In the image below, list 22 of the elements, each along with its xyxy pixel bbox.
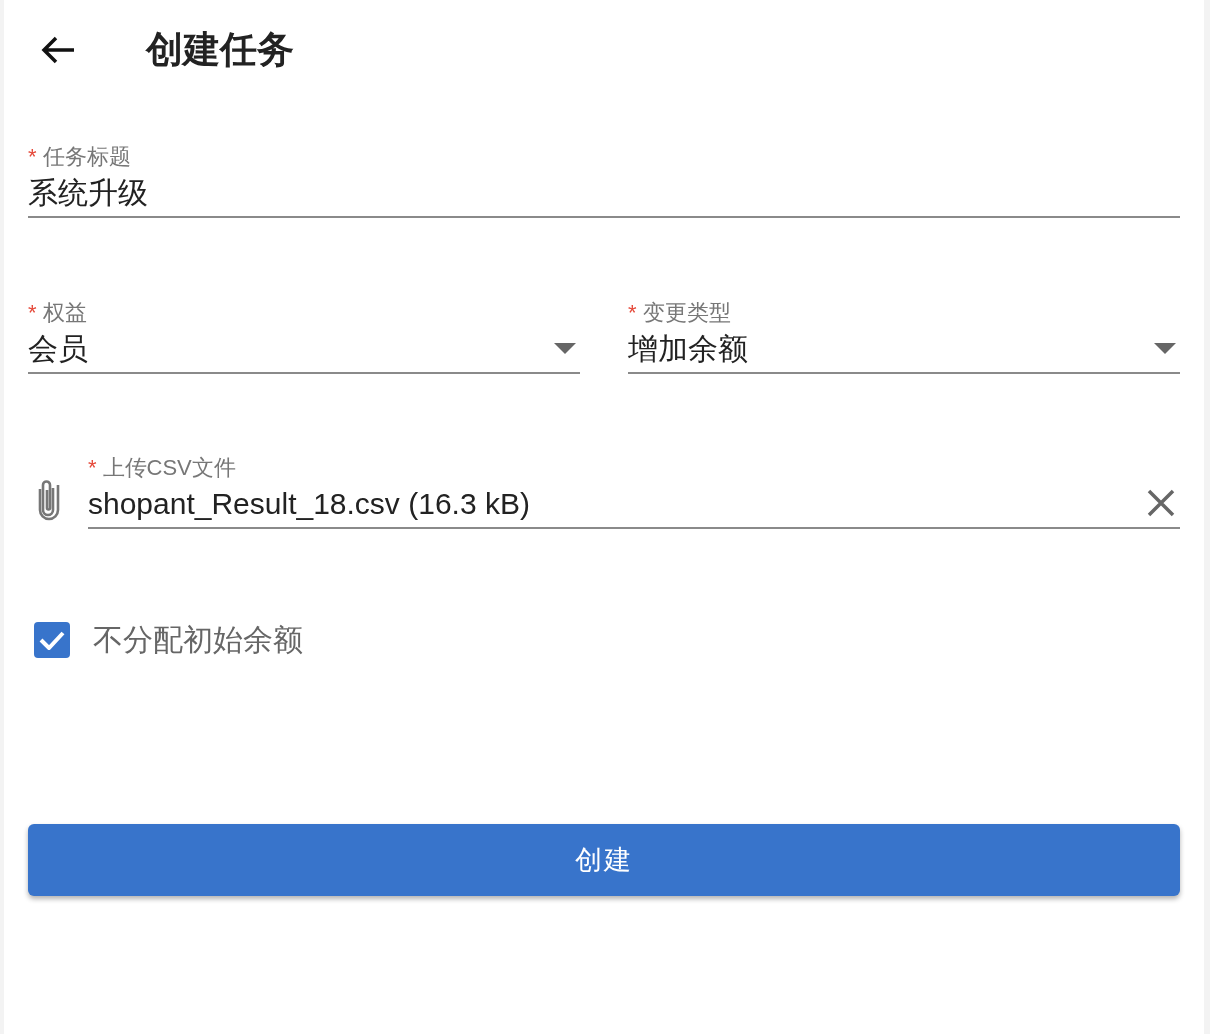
select-field[interactable]: 会员 [28,324,580,374]
field-label: 上传CSV文件 [102,454,236,482]
dropdown-caret-icon [1154,342,1176,354]
select-field[interactable]: 增加余额 [628,324,1180,374]
back-icon[interactable] [40,35,76,65]
checkmark-icon [39,629,65,650]
input-field[interactable]: 系统升级 [28,168,1180,218]
field-label: 变更类型 [642,299,731,327]
required-mark: * [28,299,37,327]
create-button[interactable]: 创建 [28,824,1180,896]
field-label: 权益 [42,299,87,327]
page-title: 创建任务 [146,28,294,73]
checkbox-label: 不分配初始余额 [93,622,303,658]
file-field[interactable]: shopant_Result_18.csv (16.3 kB) [88,479,1180,529]
paperclip-icon [36,477,62,521]
field-label: 任务标题 [42,143,131,171]
required-mark: * [88,454,97,482]
required-mark: * [628,299,637,327]
dropdown-caret-icon [554,342,576,354]
required-mark: * [28,143,37,171]
checkbox[interactable] [34,621,70,658]
close-icon[interactable] [1146,488,1176,518]
